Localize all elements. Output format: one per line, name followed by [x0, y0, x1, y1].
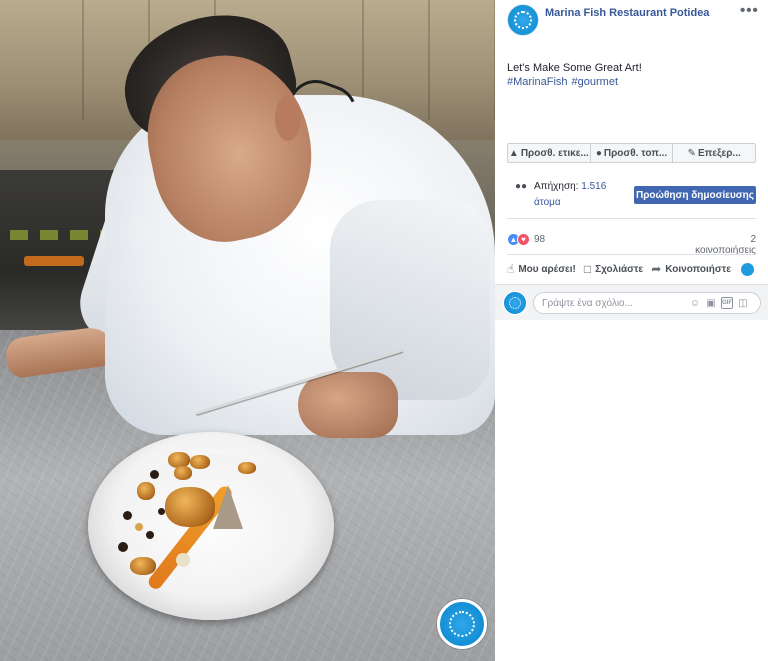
camera-icon[interactable]: ▣	[705, 297, 717, 309]
emoji-icon[interactable]: ☺	[689, 297, 701, 309]
tag-icon: ▲	[508, 147, 519, 159]
garnish-dot	[176, 553, 190, 567]
sauce-dot	[118, 542, 128, 552]
comment-bubble-icon: □	[583, 262, 592, 276]
chef-ear	[275, 95, 301, 141]
mushroom-garnish	[238, 462, 256, 474]
location-pin-icon: ●	[595, 147, 602, 159]
page-avatar[interactable]	[507, 4, 539, 36]
shares-count[interactable]: 2 κοινοποιήσεις	[691, 234, 756, 256]
thumbs-up-icon: ☝	[507, 262, 515, 276]
boost-post-button[interactable]: Προώθηση δημοσίευσης	[634, 186, 756, 204]
sauce-dot	[150, 470, 159, 479]
wall-tile	[432, 0, 495, 120]
add-tag-button[interactable]: ▲ Προσθ. ετικε...	[508, 144, 591, 162]
brand-watermark-logo	[437, 599, 487, 649]
add-location-button[interactable]: ● Προσθ. τοπ...	[591, 144, 674, 162]
reach-unit[interactable]: άτομα	[534, 197, 561, 208]
plate-well	[118, 454, 304, 598]
sticker-icon[interactable]: ◫	[737, 297, 749, 309]
pencil-icon: ✎	[687, 147, 696, 159]
hashtag-link[interactable]: #MarinaFish	[507, 76, 568, 88]
sauce-dot	[123, 511, 132, 520]
comment-button[interactable]: □ Σχολιάστε	[584, 262, 643, 276]
reactions-summary[interactable]: ▲ ♥ 98	[507, 233, 545, 246]
edit-post-button[interactable]: ✎ Επεξερ...	[673, 144, 755, 162]
post-details-panel: Marina Fish Restaurant Potidea ••• Let's…	[495, 0, 768, 661]
love-reaction-icon: ♥	[517, 233, 530, 246]
comment-attachment-icons: ☺ ▣ GIF ◫	[685, 297, 749, 309]
comment-label: Σχολιάστε	[595, 263, 644, 275]
post-edit-toolbar: ▲ Προσθ. ετικε... ● Προσθ. τοπ... ✎ Επεξ…	[507, 143, 756, 163]
hashtag-list: #MarinaFish #gourmet	[507, 76, 622, 88]
post-caption: Let's Make Some Great Art!	[507, 62, 642, 74]
post-actions-bar: ☝ Μου αρέσει! □ Σχολιάστε ➦ Κοινοποιήστε	[507, 262, 768, 276]
page-identity-selector[interactable]	[740, 262, 754, 276]
hashtag-link[interactable]: #gourmet	[572, 76, 618, 88]
logo-ring	[514, 11, 532, 29]
share-label: Κοινοποιήστε	[665, 263, 731, 275]
comment-composer: Γράψτε ένα σχόλιο... ☺ ▣ GIF ◫	[495, 284, 768, 320]
sauce-dot	[158, 508, 165, 515]
divider	[507, 218, 756, 219]
logo-ring	[509, 297, 521, 309]
divider	[507, 254, 756, 255]
plate	[88, 432, 334, 620]
prawn-garnish	[165, 487, 215, 527]
mushroom-garnish	[130, 557, 156, 575]
mushroom-garnish	[190, 455, 210, 469]
page-name-link[interactable]: Marina Fish Restaurant Potidea	[545, 7, 709, 19]
add-tag-label: Προσθ. ετικε...	[520, 147, 589, 159]
people-icon: ●●	[515, 181, 528, 192]
facebook-post-viewer: Marina Fish Restaurant Potidea ••• Let's…	[0, 0, 768, 661]
chef-right-arm	[330, 200, 490, 400]
reach-text: Απήχηση: 1.516	[534, 181, 606, 192]
reach-count[interactable]: 1.516	[581, 181, 606, 192]
commenter-avatar	[503, 291, 527, 315]
share-arrow-icon: ➦	[651, 262, 662, 276]
edit-post-label: Επεξερ...	[697, 147, 741, 159]
post-photo[interactable]	[0, 0, 495, 661]
share-button[interactable]: ➦ Κοινοποιήστε	[651, 262, 731, 276]
chef-right-hand	[298, 372, 398, 438]
like-button[interactable]: ☝ Μου αρέσει!	[507, 262, 576, 276]
stove-light	[24, 256, 84, 266]
reaction-count: 98	[534, 234, 546, 245]
mushroom-garnish	[137, 482, 155, 500]
sauce-dot	[146, 531, 154, 539]
pate-cone	[213, 485, 243, 529]
more-options-icon[interactable]: •••	[740, 2, 759, 19]
wall-tile	[20, 0, 84, 120]
comment-placeholder: Γράψτε ένα σχόλιο...	[542, 297, 633, 309]
add-location-label: Προσθ. τοπ...	[603, 147, 668, 159]
sauce-dot	[135, 523, 143, 531]
gif-icon[interactable]: GIF	[721, 297, 733, 309]
like-label: Μου αρέσει!	[518, 263, 576, 275]
reach-label: Απήχηση:	[534, 181, 579, 192]
logo-ring	[449, 611, 475, 637]
mushroom-garnish	[174, 466, 192, 480]
